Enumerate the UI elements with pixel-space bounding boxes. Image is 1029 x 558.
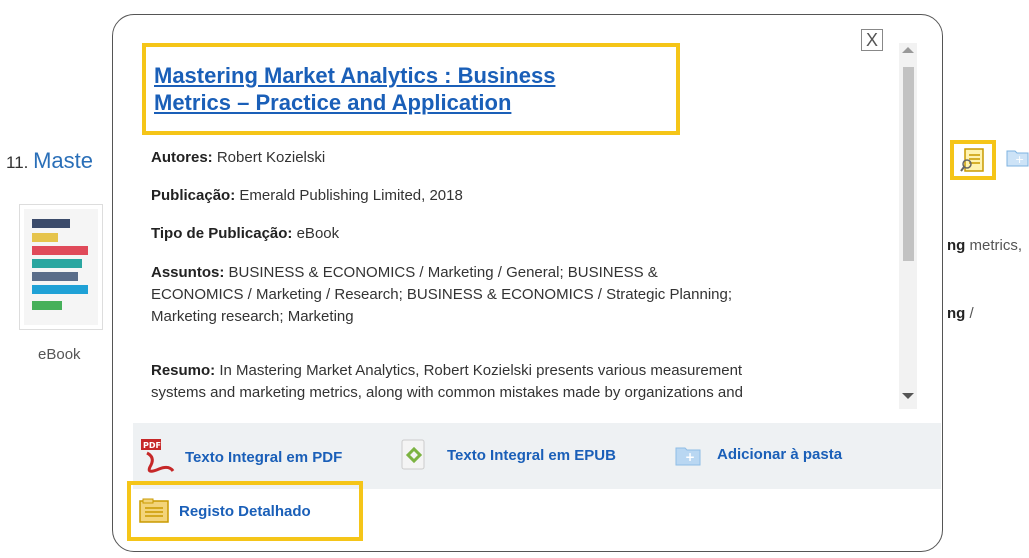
subjects-value-3: Marketing research; Marketing bbox=[151, 308, 354, 325]
detailed-record-link[interactable]: Registo Detalhado bbox=[139, 498, 311, 524]
subjects-value-2: ECONOMICS / Marketing / Research; BUSINE… bbox=[151, 286, 733, 303]
svg-text:PDF: PDF bbox=[143, 441, 161, 450]
svg-text:+: + bbox=[685, 450, 695, 464]
abstract-value-1: In Mastering Market Analytics, Robert Ko… bbox=[219, 362, 743, 379]
epub-link-label[interactable]: Texto Integral em EPUB bbox=[447, 447, 616, 464]
publication-label: Publicação: bbox=[151, 187, 236, 204]
epub-icon bbox=[401, 439, 425, 470]
pdf-fulltext-link[interactable]: PDF Texto Integral em PDF bbox=[141, 439, 342, 475]
format-label: eBook bbox=[38, 346, 81, 363]
book-cover[interactable] bbox=[19, 204, 103, 330]
preview-icon bbox=[960, 148, 984, 172]
snippet-text: ng metrics, bbox=[947, 237, 1022, 254]
scrollbar-thumb[interactable] bbox=[903, 67, 914, 261]
record-title-link[interactable]: Mastering Market Analytics : Business Me… bbox=[154, 62, 676, 116]
abstract-label: Resumo: bbox=[151, 362, 216, 379]
publication-field: Publicação: Emerald Publishing Limited, … bbox=[151, 185, 881, 207]
record-preview-popup: X Mastering Market Analytics : Business … bbox=[112, 14, 943, 552]
book-cover-image bbox=[24, 209, 98, 325]
subjects-label: Assuntos: bbox=[151, 264, 225, 281]
pdf-link-label[interactable]: Texto Integral em PDF bbox=[185, 449, 342, 466]
svg-text:+: + bbox=[1015, 153, 1024, 166]
record-title-box: Mastering Market Analytics : Business Me… bbox=[142, 43, 680, 135]
abstract-value-2: systems and marketing metrics, along wit… bbox=[151, 384, 743, 401]
scroll-down-arrow[interactable] bbox=[902, 393, 914, 399]
add-folder-icon[interactable]: + bbox=[1006, 146, 1029, 168]
add-to-folder-link[interactable]: + Adicionar à pasta bbox=[675, 442, 842, 466]
subjects-value-1: BUSINESS & ECONOMICS / Marketing / Gener… bbox=[228, 264, 658, 281]
subjects-field: Assuntos: BUSINESS & ECONOMICS / Marketi… bbox=[151, 262, 881, 328]
detailed-record-icon bbox=[139, 498, 169, 523]
authors-field: Autores: Robert Kozielski bbox=[151, 147, 881, 169]
preview-button[interactable] bbox=[950, 140, 996, 180]
scroll-up-arrow[interactable] bbox=[902, 47, 914, 53]
detailed-record-label[interactable]: Registo Detalhado bbox=[179, 503, 311, 520]
detailed-record-box: Registo Detalhado bbox=[127, 481, 363, 541]
epub-fulltext-link[interactable]: Texto Integral em EPUB bbox=[399, 439, 616, 471]
publication-type-field: Tipo de Publicação: eBook bbox=[151, 223, 881, 245]
folder-add-icon: + bbox=[675, 447, 701, 466]
pdf-icon: PDF bbox=[141, 439, 175, 473]
close-button[interactable]: X bbox=[861, 29, 883, 51]
result-title[interactable]: 11. Maste bbox=[6, 148, 93, 174]
abstract-field: Resumo: In Mastering Market Analytics, R… bbox=[151, 360, 881, 404]
publication-type-value: eBook bbox=[296, 225, 340, 242]
publication-type-label: Tipo de Publicação: bbox=[151, 225, 293, 242]
add-folder-label[interactable]: Adicionar à pasta bbox=[717, 446, 842, 463]
publication-value: Emerald Publishing Limited, 2018 bbox=[239, 187, 463, 204]
authors-value: Robert Kozielski bbox=[216, 149, 326, 166]
authors-label: Autores: bbox=[151, 149, 213, 166]
result-title-link[interactable]: Maste bbox=[33, 148, 93, 173]
snippet-text: ng / bbox=[947, 305, 974, 322]
result-number: 11. bbox=[6, 153, 29, 172]
